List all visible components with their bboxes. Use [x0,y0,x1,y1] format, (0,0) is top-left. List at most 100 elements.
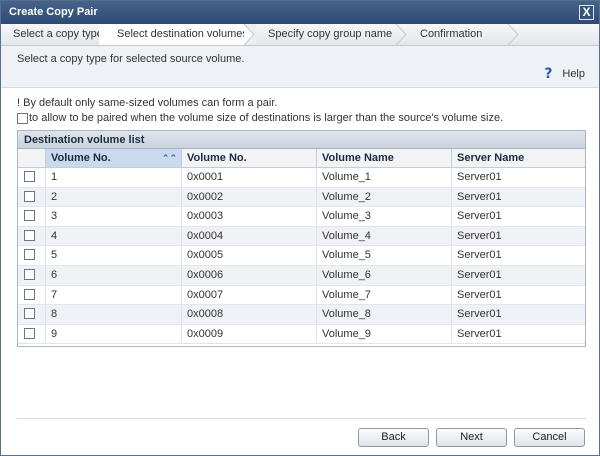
cell-volume-no-hex: 0x0003 [182,207,317,226]
cell-volume-no: 5 [46,246,182,265]
cell-volume-no-hex: 0x0005 [182,246,317,265]
header-volume-name[interactable]: Volume Name [317,149,452,167]
cell-volume-no: 8 [46,305,182,324]
cell-volume-name: Volume_8 [317,305,452,324]
row-select-cell [18,324,46,344]
header-label: Volume No. [51,152,111,164]
step-confirmation: Confirmation [408,24,508,45]
step-separator-icon [508,24,520,45]
table-header: Volume No. ⌃⌃ Volume No. Volume Name Ser… [18,149,585,168]
help-label: Help [562,68,585,80]
cell-volume-no-hex: 0x0008 [182,305,317,324]
cell-volume-no: 3 [46,207,182,226]
cell-server-name: Server01 [457,210,502,223]
cell-server-name: Server01 [457,190,502,203]
header-select-column [18,149,46,167]
table-row[interactable]: 9 0x0009 Volume_9 Server01 [18,324,585,345]
row-select-cell [18,285,46,305]
row-checkbox[interactable] [24,327,35,339]
cell-server-name: Server01 [457,229,502,242]
help-link[interactable]: ? Help [544,67,585,81]
cancel-button[interactable]: Cancel [514,428,585,447]
instruction-area: Select a copy type for selected source v… [1,46,599,88]
same-size-note: ! By default only same-sized volumes can… [17,97,278,109]
dialog-title: Create Copy Pair [9,6,98,18]
table-body: 1 0x0001 Volume_1 Server01 2 0x0002 Volume_2 Se… [18,168,585,345]
cell-volume-no: 1 [46,168,182,187]
back-button[interactable]: Back [358,428,429,447]
cell-volume-no-hex: 0x0002 [182,187,317,207]
footer-divider [17,418,586,419]
cell-server-name: Server01 [457,288,502,301]
table-row[interactable]: 5 0x0005 Volume_5 Server01 [18,246,585,266]
step-label: Confirmation [420,28,483,40]
step-select-copy-type: Select a copy type [1,24,103,45]
title-bar: Create Copy Pair X [1,1,599,24]
allow-larger-label: to allow to be paired when the volume si… [29,112,504,124]
cell-volume-no-hex: 0x0009 [182,324,317,344]
table-row[interactable]: 3 0x0003 Volume_3 Server01 [18,207,585,227]
row-select-cell [18,265,46,285]
row-checkbox[interactable] [24,190,35,202]
cell-volume-name: Volume_1 [317,168,452,187]
row-select-cell [18,207,46,226]
cell-volume-no: 2 [46,187,182,207]
header-server-name[interactable]: Server Name [452,149,585,167]
row-checkbox[interactable] [24,268,35,280]
next-button[interactable]: Next [436,428,507,447]
cell-volume-no-hex: 0x0006 [182,265,317,285]
table-row[interactable]: 8 0x0008 Volume_8 Server01 [18,305,585,325]
question-icon: ? [544,66,553,82]
row-checkbox[interactable] [24,308,35,320]
step-label: Specify copy group name [268,28,393,40]
cell-server-name: Server01 [457,268,502,281]
row-checkbox[interactable] [24,229,35,241]
cell-volume-no: 4 [46,226,182,246]
header-label: Volume Name [322,152,394,164]
allow-larger-checkbox[interactable] [17,112,28,124]
instruction-text: Select a copy type for selected source v… [17,53,245,65]
cell-server-name: Server01 [457,327,502,340]
cell-server-name: Server01 [457,171,502,183]
cell-volume-no-hex: 0x0001 [182,168,317,187]
create-copy-pair-dialog: Create Copy Pair X Select a copy type Se… [0,0,600,456]
cell-volume-name: Volume_5 [317,246,452,265]
header-label: Server Name [457,152,525,164]
step-separator-icon [396,24,408,45]
header-volume-no-hex[interactable]: Volume No. [182,149,317,167]
row-checkbox[interactable] [24,171,35,182]
table-row[interactable]: 1 0x0001 Volume_1 Server01 [18,168,585,188]
cell-volume-name: Volume_9 [317,324,452,344]
destination-volume-list: Destination volume list Volume No. ⌃⌃ Vo… [17,130,586,347]
close-button[interactable]: X [579,5,594,20]
table-row[interactable]: 6 0x0006 Volume_6 Server01 [18,265,585,286]
cell-volume-no: 7 [46,285,182,305]
table-row[interactable]: 2 0x0002 Volume_2 Server01 [18,187,585,208]
cell-volume-name: Volume_7 [317,285,452,305]
cell-volume-no: 6 [46,265,182,285]
cell-server-name: Server01 [457,308,502,321]
header-volume-no[interactable]: Volume No. ⌃⌃ [46,149,182,167]
cell-volume-no: 9 [46,324,182,344]
row-select-cell [18,226,46,246]
cell-volume-name: Volume_4 [317,226,452,246]
allow-larger-option: to allow to be paired when the volume si… [17,112,503,124]
row-select-cell [18,168,46,187]
row-checkbox[interactable] [24,249,35,261]
row-checkbox[interactable] [24,288,35,300]
table-row[interactable]: 7 0x0007 Volume_7 Server01 [18,285,585,306]
row-select-cell [18,187,46,207]
step-separator-icon [244,24,256,45]
cell-volume-name: Volume_2 [317,187,452,207]
row-checkbox[interactable] [24,210,35,222]
sort-ascending-icon: ⌃⌃ [161,153,177,163]
step-label: Select a copy type [13,28,103,40]
step-specify-copy-group-name: Specify copy group name [256,24,396,45]
cell-volume-name: Volume_6 [317,265,452,285]
cell-volume-no-hex: 0x0007 [182,285,317,305]
table-row[interactable]: 4 0x0004 Volume_4 Server01 [18,226,585,247]
cell-volume-no-hex: 0x0004 [182,226,317,246]
row-select-cell [18,305,46,324]
header-label: Volume No. [187,152,247,164]
cell-volume-name: Volume_3 [317,207,452,226]
